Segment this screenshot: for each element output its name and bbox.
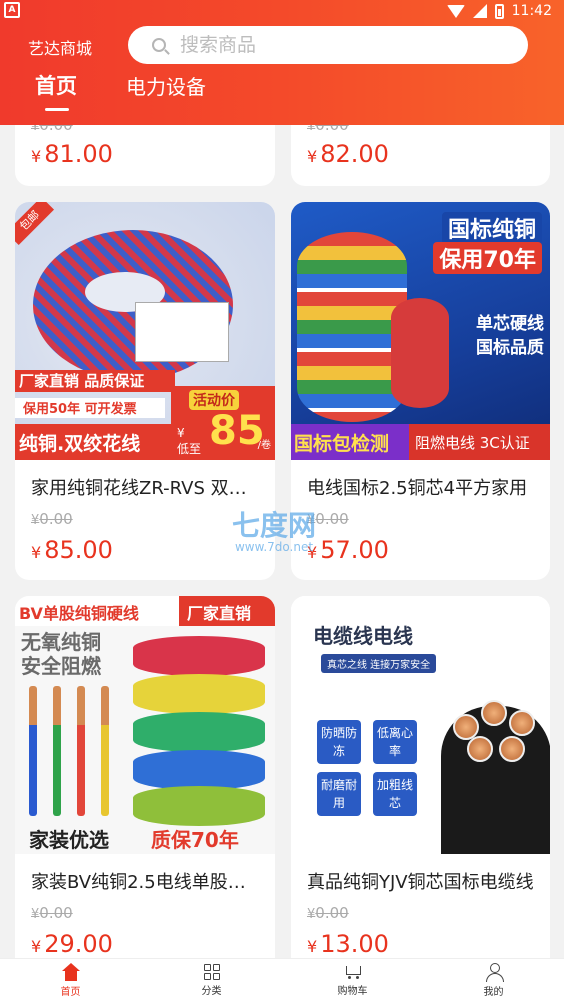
grid-icon	[203, 964, 220, 980]
home-icon	[61, 963, 80, 981]
price: ¥13.00	[307, 930, 389, 958]
nav-category[interactable]: 分类	[141, 959, 282, 1002]
tab-home[interactable]: 首页	[35, 70, 77, 100]
signal-icon	[472, 4, 487, 18]
tab-power-equipment[interactable]: 电力设备	[126, 71, 206, 100]
product-title: 真品纯铜YJV铜芯国标电缆线	[307, 872, 534, 893]
nav-profile[interactable]: 我的	[423, 959, 564, 1002]
notification-icon: A	[4, 2, 20, 18]
battery-icon	[494, 3, 504, 19]
price: ¥57.00	[307, 536, 389, 564]
product-image[interactable]: 电缆线电线 真芯之线 连接万家安全 防晒防冻 低离心率 耐磨耐用 加粗线芯	[291, 596, 550, 854]
free-shipping-badge: 包邮	[15, 202, 55, 246]
user-icon	[485, 963, 504, 982]
product-title: 家用纯铜花线ZR-RVS 双绞线国标	[31, 478, 261, 499]
original-price: ¥0.00	[307, 904, 349, 922]
status-bar: A 11:42	[0, 0, 564, 26]
wifi-icon	[446, 4, 465, 18]
wire-sample-illustration	[29, 686, 37, 816]
image-text-line1: 厂家直销 品质保证	[15, 370, 175, 392]
app-header: A 11:42 艺达商城 首页 电力设备	[0, 0, 564, 125]
original-price: ¥0.00	[31, 904, 73, 922]
product-image[interactable]: BV单股纯铜硬线 厂家直销 无氧纯铜 安全阻燃 家装优选 质保70年	[15, 596, 275, 854]
product-title: 家装BV纯铜2.5电线单股硬线	[31, 872, 261, 893]
active-tab-indicator	[45, 108, 69, 111]
price: ¥85.00	[31, 536, 113, 564]
wire-roll-stack-illustration	[133, 636, 265, 676]
product-card[interactable]: 电缆线电线 真芯之线 连接万家安全 防晒防冻 低离心率 耐磨耐用 加粗线芯 真品…	[291, 596, 550, 958]
nav-cart[interactable]: 购物车	[282, 959, 423, 1002]
price: ¥81.00	[31, 140, 113, 168]
app-name: 艺达商城	[28, 39, 93, 58]
watermark: 七度网 www.7do.net	[232, 509, 317, 554]
product-label-illustration	[135, 302, 229, 362]
search-bar[interactable]	[128, 26, 528, 64]
image-text-line3: 纯铜.双绞花线	[15, 424, 175, 460]
product-card[interactable]: 国标纯铜 保用70年 单芯硬线 国标品质 国标包检测 阻燃电线 3C认证 电线国标…	[291, 202, 550, 580]
promo-block: 活动价 ¥ 低至 85 /卷	[171, 386, 275, 460]
status-time: 11:42	[511, 3, 552, 19]
image-text-line2: 保用50年 可开发票	[15, 398, 165, 418]
bottom-nav: 首页 分类 购物车 我的	[0, 958, 564, 1002]
search-icon	[152, 38, 166, 52]
price: ¥82.00	[307, 140, 389, 168]
search-input[interactable]	[180, 34, 480, 56]
product-feed: ¥0.00 ¥81.00 ¥0.00 ¥82.00 包邮 厂家直销 品质保证 保…	[0, 0, 564, 958]
product-card[interactable]: BV单股纯铜硬线 厂家直销 无氧纯铜 安全阻燃 家装优选 质保70年 家装BV纯铜…	[15, 596, 275, 958]
product-image[interactable]: 国标纯铜 保用70年 单芯硬线 国标品质 国标包检测 阻燃电线 3C认证	[291, 202, 550, 460]
price: ¥29.00	[31, 930, 113, 958]
product-image[interactable]: 包邮 厂家直销 品质保证 保用50年 可开发票 纯铜.双绞花线 活动价 ¥ 低至 …	[15, 202, 275, 460]
nav-home[interactable]: 首页	[0, 959, 141, 1002]
cart-icon	[344, 964, 362, 980]
product-title: 电线国标2.5铜芯4平方家用	[307, 478, 528, 499]
original-price: ¥0.00	[31, 510, 73, 528]
